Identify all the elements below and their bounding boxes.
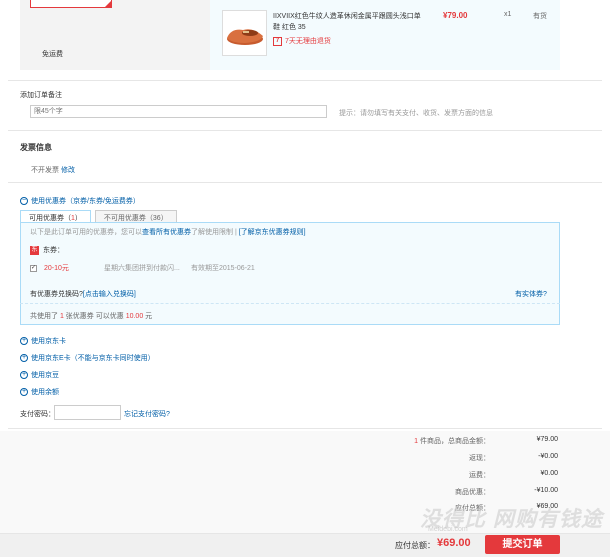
view-all-coupons-link[interactable]: 查看所有优惠券 xyxy=(142,229,191,236)
item-count-suffix: 件商品，总商品金额： xyxy=(418,438,490,445)
tab-label: 可用优惠券（ xyxy=(29,215,71,222)
divider xyxy=(8,80,602,81)
tab-label-suffix: ） xyxy=(74,215,82,222)
coupon-expiry: 有效期至2015-06-21 xyxy=(191,265,255,272)
summary-label: 商品优惠： xyxy=(455,489,490,496)
selected-corner-icon xyxy=(105,1,111,7)
shipping-panel xyxy=(20,0,210,70)
jd-beans-toggle[interactable]: + 使用京豆 xyxy=(20,370,59,380)
collapse-minus-icon: − xyxy=(20,197,28,205)
summary-row: 返现： -¥0.00 xyxy=(400,453,558,463)
invoice-info: 不开发票 修改 xyxy=(31,165,75,175)
remark-hint: 提示：请勿填写有关支付、收货、发票方面的信息 xyxy=(339,110,493,117)
usage-amount: 10.00 xyxy=(125,313,144,320)
submit-order-button[interactable]: 提交订单 xyxy=(485,535,560,554)
product-quantity: x1 xyxy=(504,11,512,18)
jd-ecard-label: 使用京东E卡（不能与京东卡同时使用） xyxy=(31,355,155,362)
summary-value: -¥0.00 xyxy=(538,453,558,460)
payable-amount: ¥69.00 xyxy=(437,537,471,549)
coupon-rules-link[interactable]: [了解京东优惠券规则] xyxy=(239,229,306,236)
return-policy-text: 7天无理由退货 xyxy=(285,38,331,45)
pay-password-input[interactable] xyxy=(54,405,121,420)
coupon-intro-text-2: 了解使用限制 | xyxy=(191,229,239,236)
summary-value: -¥10.00 xyxy=(534,487,558,494)
summary-value: ¥79.00 xyxy=(536,436,558,443)
divider xyxy=(8,428,602,429)
summary-label: 返现： xyxy=(469,455,490,462)
usage-suffix: 元 xyxy=(143,313,153,320)
selected-shipping-option[interactable] xyxy=(30,0,112,8)
coupon-section-label: 使用优惠券（京券/东券/免运费券） xyxy=(31,198,140,205)
jd-card-label: 使用京东卡 xyxy=(31,338,66,345)
coupon-divider xyxy=(20,303,560,304)
coupon-intro: 以下是此订单可用的优惠券，您可以查看所有优惠券了解使用限制 | [了解京东优惠券… xyxy=(30,227,306,237)
return-policy-tag: 7 7天无理由退货 xyxy=(273,36,331,46)
usage-prefix: 共使用了 xyxy=(30,313,60,320)
summary-row-total: 1 件商品，总商品金额： ¥79.00 xyxy=(380,436,558,446)
shoe-image xyxy=(227,29,263,45)
forgot-password-link[interactable]: 忘记支付密码? xyxy=(124,409,170,419)
balance-label: 使用余额 xyxy=(31,389,59,396)
product-price: ¥79.00 xyxy=(443,11,468,20)
shipping-fee-label: 免运费 xyxy=(42,51,63,58)
coupon-item[interactable]: ✓ 20-10元 星期六集团拼到付款闪... 有效期至2015-06-21 xyxy=(30,263,255,273)
return-policy-icon: 7 xyxy=(273,36,282,46)
product-stock-status: 有货 xyxy=(533,13,547,20)
coupon-group-header: 东 东券： xyxy=(30,245,64,255)
jd-beans-label: 使用京豆 xyxy=(31,372,59,379)
remark-label: 添加订单备注 xyxy=(20,92,62,99)
pay-password-label: 支付密码： xyxy=(20,411,55,418)
expand-plus-icon: + xyxy=(20,354,28,362)
dong-coupon-icon: 东 xyxy=(30,245,39,255)
summary-value: ¥0.00 xyxy=(540,470,558,477)
coupon-description: 星期六集团拼到付款闪... xyxy=(104,265,180,272)
summary-row: 运费： ¥0.00 xyxy=(400,470,558,480)
coupon-panel xyxy=(20,222,560,325)
real-coupon-link[interactable]: 有实体券? xyxy=(515,289,547,299)
watermark-url: Meidebi.com xyxy=(428,526,468,533)
product-title[interactable]: IIXVIIX红色牛纹人造革休闲金属平跟圆头浅口单鞋 红色 35 xyxy=(273,11,423,33)
expand-plus-icon: + xyxy=(20,337,28,345)
invoice-value: 不开发票 xyxy=(31,167,59,174)
summary-label: 运费： xyxy=(469,472,490,479)
coupon-checkbox[interactable]: ✓ xyxy=(30,264,37,272)
coupon-group-label: 东券： xyxy=(43,247,64,254)
remark-input[interactable] xyxy=(30,105,327,118)
invoice-title: 发票信息 xyxy=(20,143,52,152)
coupon-exchange: 有优惠券兑换码?[点击输入兑换码] xyxy=(30,289,136,299)
product-thumbnail[interactable] xyxy=(222,10,267,56)
balance-toggle[interactable]: + 使用余额 xyxy=(20,387,59,397)
jd-card-toggle[interactable]: + 使用京东卡 xyxy=(20,336,66,346)
payable-label: 应付总额： xyxy=(395,541,435,550)
coupon-usage-summary: 共使用了 1 张优惠券 可以优惠 10.00 元 xyxy=(30,311,152,321)
coupon-section-toggle[interactable]: − 使用优惠券（京券/东券/免运费券） xyxy=(20,196,140,206)
invoice-edit-link[interactable]: 修改 xyxy=(61,167,75,174)
expand-plus-icon: + xyxy=(20,388,28,396)
expand-plus-icon: + xyxy=(20,371,28,379)
divider xyxy=(8,182,602,183)
enter-exchange-code-link[interactable]: [点击输入兑换码] xyxy=(83,291,136,298)
exchange-code-label: 有优惠券兑换码? xyxy=(30,291,83,298)
coupon-amount: 20-10元 xyxy=(44,265,69,272)
usage-mid: 张优惠券 可以优惠 xyxy=(63,313,126,320)
coupon-intro-text: 以下是此订单可用的优惠券，您可以 xyxy=(30,229,142,236)
summary-row: 商品优惠： -¥10.00 xyxy=(400,487,558,497)
jd-ecard-toggle[interactable]: + 使用京东E卡（不能与京东卡同时使用） xyxy=(20,353,155,363)
divider xyxy=(8,130,602,131)
summary-count-label: 1 件商品，总商品金额： xyxy=(380,436,490,446)
